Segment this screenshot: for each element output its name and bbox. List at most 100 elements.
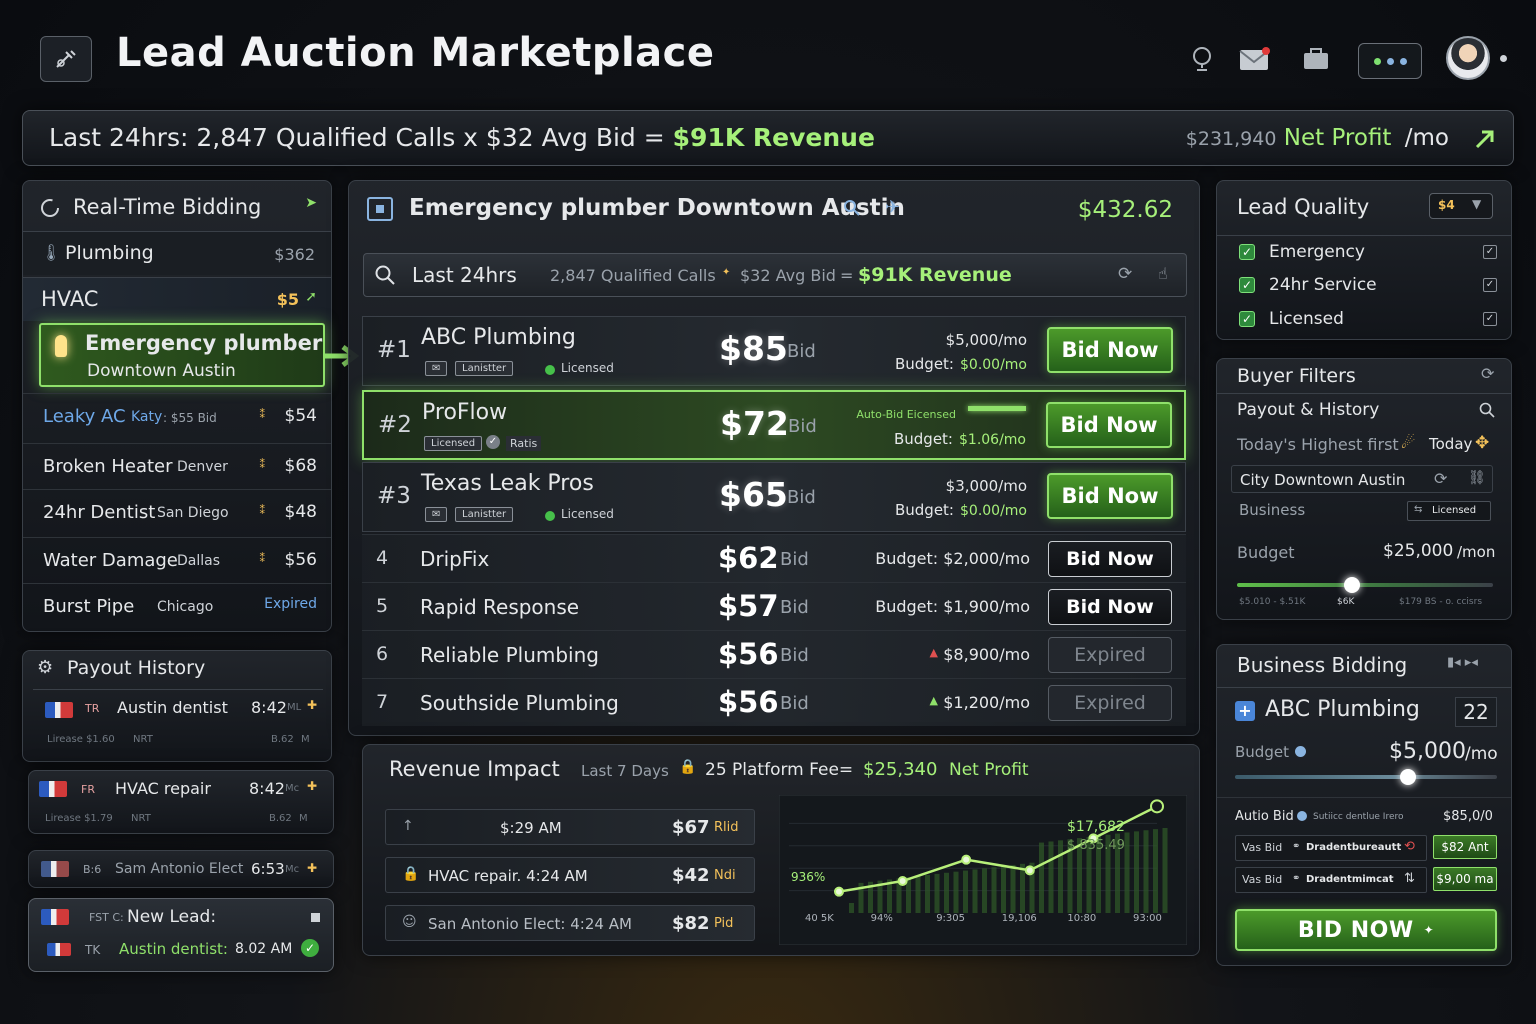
bidder-rank: 4 xyxy=(376,547,389,569)
banner-stats: Last 24hrs: 2,847 Qualified Calls x $32 … xyxy=(49,123,673,152)
biz-budget-slider[interactable] xyxy=(1235,775,1497,779)
quality-dropdown[interactable]: $4 ▼ xyxy=(1429,193,1493,219)
swap-icon[interactable]: ⇅ xyxy=(1404,871,1415,886)
range-high: $179 BS - o. ccisrs xyxy=(1399,597,1483,607)
quality-option[interactable]: ✓ Licensed ✓ xyxy=(1217,303,1511,335)
payout-item-ampm: Mc xyxy=(285,783,300,794)
auto-bid-label: Autio Bid xyxy=(1235,809,1294,824)
lead-list-item[interactable]: 24hr Dentist San Diego ⁑ $48 xyxy=(23,489,331,533)
mail-icon[interactable] xyxy=(1238,46,1272,72)
bid-now-cta[interactable]: BID NOW ✦ xyxy=(1235,909,1497,951)
bidder-name: Rapid Response xyxy=(420,595,580,619)
lead-list-item[interactable]: Burst Pipe Chicago Expired xyxy=(23,583,331,627)
avatar[interactable] xyxy=(1446,36,1490,80)
flame-icon: ☄ xyxy=(1401,433,1416,452)
category-hvac[interactable]: HVAC $5 ➚ xyxy=(23,277,331,321)
bid-now-button[interactable]: Bid Now xyxy=(1047,473,1173,519)
support-icon[interactable] xyxy=(1188,44,1216,72)
revenue-item[interactable]: ☺ San Antonio Elect: 4:24 AM $82 Pid xyxy=(385,905,755,941)
bid-now-cta-label: BID NOW xyxy=(1297,917,1414,943)
bidder-tag: Lanistter xyxy=(455,507,514,522)
city-filter[interactable]: City Downtown Austin ⟳ ⛓ xyxy=(1231,465,1493,493)
today-label[interactable]: Today xyxy=(1429,435,1472,453)
more-dot-icon[interactable] xyxy=(1500,55,1507,62)
bid-suffix: Bid xyxy=(780,597,809,618)
bidder-row[interactable]: 7 Southside Plumbing $56 Bid ▲ $1,200/mo Expir… xyxy=(362,678,1186,726)
payout-item[interactable]: TR Austin dentist 8:42 ML ✚ Lirease $1.6… xyxy=(33,689,323,753)
bidder-row[interactable]: 4 DripFix $62 Bid Budget: $2,000/mo Bid Now xyxy=(362,534,1186,582)
lead-list-item[interactable]: Leaky AC Katy: $55 Bid ⁑ $54 xyxy=(23,393,331,437)
revenue-item[interactable]: 🔒 HVAC repair. 4:24 AM $42 Ndi xyxy=(385,857,755,893)
licensed-chip[interactable]: ⇆ Licensed xyxy=(1407,501,1491,521)
settings-icon[interactable]: ✥ xyxy=(1475,433,1489,453)
payout-filter-row[interactable]: Payout & History xyxy=(1217,393,1511,427)
bid-now-button[interactable]: Bid Now xyxy=(1047,327,1173,373)
checkbox-icon[interactable]: ✓ xyxy=(1483,312,1497,326)
auto-bid-row[interactable]: Vas Bid ⚭ Dradentbureautt ⟲ xyxy=(1235,835,1427,861)
data-point[interactable] xyxy=(834,886,844,897)
briefcase-icon[interactable] xyxy=(1302,46,1330,72)
toggle-icon[interactable]: ▮◂ ▸◂ xyxy=(1447,655,1478,670)
quality-option[interactable]: ✓ Emergency ✓ xyxy=(1217,235,1511,267)
payout-item-time: 8:42 xyxy=(249,779,285,798)
bidder-row[interactable]: #2 ProFlow Licensed ✓ Ratis $72 Bid Auto-Bid Ei… xyxy=(362,390,1186,460)
bidder-name: ABC Plumbing xyxy=(421,325,576,350)
category-plumbing[interactable]: 🌡 Plumbing $362 xyxy=(23,231,331,275)
x-tick-label: 94% xyxy=(871,913,893,924)
checkbox-checked-icon[interactable]: ✓ xyxy=(1239,277,1255,293)
revenue-item[interactable]: ↑ $:29 AM $67 Rlid xyxy=(385,809,755,845)
checkbox-icon[interactable]: ✓ xyxy=(1483,245,1497,259)
sync-icon[interactable]: ⟳ xyxy=(1481,364,1494,383)
link-icon[interactable]: ⛓ xyxy=(1468,470,1486,486)
lead-list-item[interactable]: Broken Heater Denver ⁑ $68 xyxy=(23,443,331,487)
bidder-row[interactable]: 5 Rapid Response $57 Bid Budget: $1,900/mo Bi… xyxy=(362,582,1186,630)
checkbox-icon[interactable]: ✓ xyxy=(1483,278,1497,292)
data-point[interactable] xyxy=(961,854,972,865)
budget-slider-knob[interactable] xyxy=(1344,577,1361,593)
bid-now-button[interactable]: Bid Now xyxy=(1048,589,1172,625)
banner-profit-label: Net Profit xyxy=(1283,125,1392,151)
new-lead-card[interactable]: FST C: New Lead: TK Austin dentist: 8.02… xyxy=(28,898,334,972)
plane-icon: ✈ xyxy=(885,197,901,218)
biz-budget-slider-knob[interactable] xyxy=(1399,769,1416,785)
auto-bid-row[interactable]: Vas Bid ⚭ Dradentmimcat ⇅ xyxy=(1235,867,1427,893)
data-point[interactable] xyxy=(1150,799,1164,814)
status-pill[interactable] xyxy=(1358,43,1422,79)
quality-option[interactable]: ✓ 24hr Service ✓ xyxy=(1217,269,1511,301)
refresh-icon[interactable]: ⟲ xyxy=(1404,839,1415,854)
payout-item-time: 6:53 xyxy=(251,860,285,878)
checkbox-checked-icon[interactable]: ✓ xyxy=(1239,244,1255,260)
payout-item-card[interactable]: B:6 Sam Antonio Elect 6:53 Mc ✚ xyxy=(28,850,334,888)
refresh-icon[interactable]: ⟳ xyxy=(1434,469,1447,488)
lead-list-item[interactable]: Water Damage Dallas ⁑ $56 xyxy=(23,537,331,581)
arrow-up-icon: ↑ xyxy=(402,818,414,834)
status-dot-icon xyxy=(1399,57,1407,65)
budget-slider[interactable] xyxy=(1237,583,1493,587)
bidder-row[interactable]: #3 Texas Leak Pros ✉ Lanistter Licensed $65 Bi… xyxy=(362,462,1186,532)
payout-item-card[interactable]: FR HVAC repair 8:42 Mc ✚ Lirease $1.79 N… xyxy=(28,770,334,834)
bid-now-button[interactable]: Bid Now xyxy=(1046,402,1172,448)
chart-annotation-value: $17,682 xyxy=(1067,819,1125,835)
search-bar[interactable]: Last 24hrs 2,847 Qualified Calls ✦ $32 A… xyxy=(363,253,1187,297)
auto-bid-row-value[interactable]: $82 Ant xyxy=(1433,835,1497,859)
volume-bar xyxy=(991,867,997,913)
hand-icon[interactable]: ☝ xyxy=(1158,264,1168,283)
data-point[interactable] xyxy=(1024,865,1035,876)
bid-amount: $62 xyxy=(718,541,779,575)
sort-label[interactable]: Today's Highest first xyxy=(1237,435,1399,454)
search-icon[interactable] xyxy=(843,199,861,217)
arrow-right-icon: ➤ xyxy=(305,195,317,211)
bidder-row[interactable]: 6 Reliable Plumbing $56 Bid ▲ $8,900/mo Expire… xyxy=(362,630,1186,678)
sync-icon[interactable]: ⟳ xyxy=(1118,264,1132,284)
payout-item-sub4: M xyxy=(299,813,308,824)
alert-dot-icon: ▲ xyxy=(929,646,938,659)
auto-bid-row-value[interactable]: $9,00 ma xyxy=(1433,867,1497,891)
bidder-row[interactable]: #1 ABC Plumbing ✉ Lanistter Licensed $85 Bid $5… xyxy=(362,316,1186,386)
bid-now-button[interactable]: Bid Now xyxy=(1048,541,1172,577)
checkbox-checked-icon[interactable]: ✓ xyxy=(1239,311,1255,327)
data-point[interactable] xyxy=(897,876,908,886)
bidder-top-info: $5,000/mo xyxy=(945,331,1027,349)
payout-item-ampm: ML xyxy=(287,702,302,713)
featured-lead-card[interactable]: Emergency plumber Downtown Austin xyxy=(39,323,325,387)
banner-revenue: $91K Revenue xyxy=(672,123,875,152)
